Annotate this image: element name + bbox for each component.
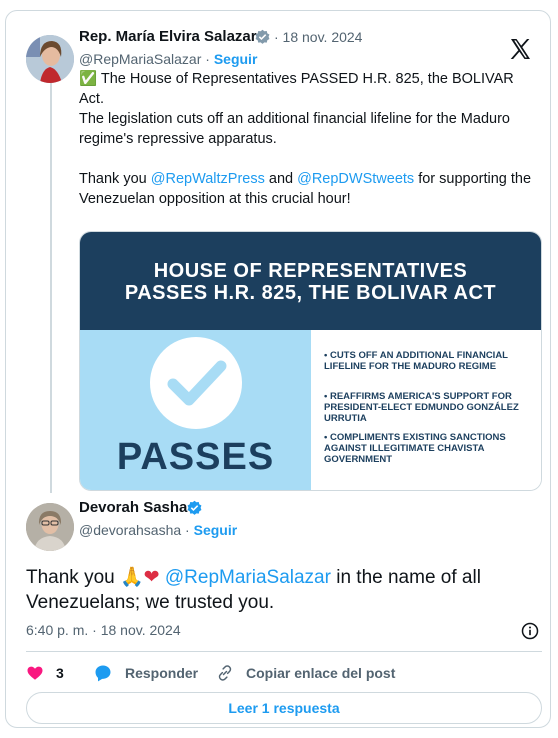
follow-button[interactable]: Seguir [214, 51, 258, 67]
image-bullet: • COMPLIMENTS EXISTING SANCTIONS AGAINST… [324, 432, 506, 465]
verified-badge-icon [187, 500, 202, 515]
info-icon[interactable] [520, 621, 540, 641]
red-heart-icon: ❤ [143, 567, 160, 588]
like-count: 3 [56, 665, 64, 681]
check-mark-icon: ✅ [79, 71, 98, 87]
embedded-post-card: Rep. María Elvira Salazar · 18 nov. 2024… [5, 10, 551, 728]
reply-author-handle[interactable]: @devorahsasha [79, 522, 181, 538]
image-passes-text: PASSES [116, 436, 275, 478]
tweet-text-3-mid: and [264, 171, 298, 187]
image-passes-panel: PASSES [80, 330, 311, 490]
reply-handle-line: @devorahsasha · Seguir [79, 522, 238, 538]
heart-icon [27, 666, 43, 680]
link-icon [218, 665, 232, 681]
author-handle-line: @RepMariaSalazar · Seguir [79, 51, 258, 67]
reply-bubble-icon [95, 665, 111, 682]
reply-button[interactable]: Responder [93, 662, 198, 684]
mention-link[interactable]: @RepDWStweets [297, 171, 414, 187]
copy-link-label: Copiar enlace del post [246, 665, 396, 681]
image-header-band: HOUSE OF REPRESENTATIVES PASSES H.R. 825… [80, 232, 541, 330]
tweet-text-1: The House of Representatives PASSED H.R.… [79, 71, 514, 107]
image-bullet: • CUTS OFF AN ADDITIONAL FINANCIAL LIFEL… [324, 350, 508, 372]
follow-button[interactable]: Seguir [194, 522, 238, 538]
post-timestamp[interactable]: 6:40 p. m. · 18 nov. 2024 [26, 622, 181, 638]
x-logo-icon[interactable] [508, 37, 532, 61]
image-headline-1: HOUSE OF REPRESENTATIVES [153, 260, 468, 282]
copy-link-button[interactable]: Copiar enlace del post [216, 662, 395, 684]
verified-badge-icon [255, 29, 270, 44]
tweet-line-1: ✅ The House of Representatives PASSED H.… [79, 69, 539, 109]
check-circle-icon [150, 337, 242, 429]
tweet-image[interactable]: HOUSE OF REPRESENTATIVES PASSES H.R. 825… [79, 231, 542, 491]
reply-label: Responder [125, 665, 199, 681]
author-handle[interactable]: @RepMariaSalazar [79, 51, 201, 67]
tweet-text-3-prefix: Thank you [79, 171, 151, 187]
reply-author-name[interactable]: Devorah Sasha [79, 499, 187, 516]
author-name[interactable]: Rep. María Elvira Salazar [79, 28, 257, 45]
like-button[interactable]: 3 [26, 662, 64, 684]
tweet-text-2: The legislation cuts off an additional f… [79, 111, 510, 147]
image-headline-2: PASSES H.R. 825, THE BOLIVAR ACT [124, 282, 497, 304]
avatar[interactable] [26, 503, 74, 551]
reply-text-prefix: Thank you [26, 567, 120, 588]
read-replies-button[interactable]: Leer 1 respuesta [26, 692, 542, 724]
image-bullet: • REAFFIRMS AMERICA'S SUPPORT FOR PRESID… [324, 391, 519, 424]
divider [26, 651, 542, 652]
mention-link[interactable]: @RepWaltzPress [151, 171, 265, 187]
post-date[interactable]: · 18 nov. 2024 [274, 29, 362, 45]
praying-hands-icon: 🙏 [120, 567, 144, 588]
avatar[interactable] [26, 35, 74, 83]
reply-text: Thank you 🙏❤ @RepMariaSalazar in the nam… [26, 565, 546, 615]
mention-link[interactable]: @RepMariaSalazar [165, 567, 331, 588]
tweet-line-3: Thank you @RepWaltzPress and @RepDWStwee… [79, 169, 539, 209]
thread-connector [50, 83, 52, 493]
image-bullets-panel: • CUTS OFF AN ADDITIONAL FINANCIAL LIFEL… [311, 330, 541, 490]
